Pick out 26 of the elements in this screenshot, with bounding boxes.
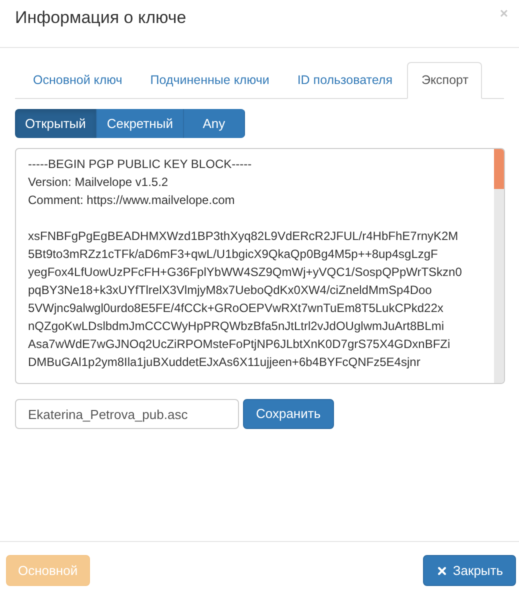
dialog-title: Информация о ключе bbox=[15, 7, 186, 29]
key-text-line: Version: Mailvelope v1.5.2 bbox=[28, 174, 168, 191]
tab[interactable]: Основной ключ bbox=[20, 62, 136, 98]
toggle-button[interactable]: Секретный bbox=[96, 109, 184, 138]
key-text-line: xsFNBFgPgEgBEADHMXWzd1BP3thXyq82L9VdERcR2JFUL/r4HbFhE7rnyK2M bbox=[28, 228, 458, 245]
close-dialog-button[interactable]: Закрыть bbox=[422, 555, 516, 586]
scrollbar-thumb[interactable] bbox=[494, 149, 504, 189]
key-text-line: 5Bt9to3mRZz1cTFk/aD6mF3+qwL/U1bgicX9QkaQp0Bg4M5p++8up4sgLzgF bbox=[28, 246, 438, 263]
save-button[interactable]: Сохранить bbox=[243, 399, 334, 429]
file-name-field[interactable]: Ekaterina_Petrova_pub.asc bbox=[15, 399, 239, 429]
tab[interactable]: ID пользователя bbox=[284, 62, 406, 98]
key-text-line: -----BEGIN PGP PUBLIC KEY BLOCK----- bbox=[28, 156, 252, 173]
close-icon bbox=[436, 564, 448, 576]
key-text-line: pqBY3Ne18+k3xUYfTlrelX3VlmjyM8x7UeboQdKx0XW4/ciZneldMmSp4Doo bbox=[28, 282, 432, 299]
key-text-line: Asa7wWdE7wGJNOq2UcZiRPOMsteFoPtjNP6JLbtXnK0D7grS75X4GDxnBFZi bbox=[28, 336, 450, 353]
key-text-area[interactable] bbox=[15, 148, 505, 384]
key-text-line: yegFox4LfUowUzPFcFH+G36FplYbWW4SZ9QmWj+yVQC1/SospQPpWrTSkzn0 bbox=[28, 264, 462, 281]
toggle-button[interactable]: Открытый bbox=[15, 109, 97, 138]
key-text-line: DMBuGAl1p2ym8Ila1juBXuddetEJxAs6X11ujjeen+6b4BYFcQNFz5E4sjnr bbox=[28, 354, 420, 371]
toggle-button[interactable]: Any bbox=[184, 109, 245, 138]
key-text-line: Comment: https://www.mailvelope.com bbox=[28, 192, 235, 209]
scrollbar[interactable] bbox=[494, 149, 504, 383]
tab[interactable]: Подчиненные ключи bbox=[137, 62, 282, 98]
key-text-line: nQZgoKwLDslbdmJmCCCWyHpPRQWbzBfa5nJtLtrl2vJdOUglwmJuArt8BLmi bbox=[28, 318, 444, 335]
key-text-line: 5VWjnc9alwgl0urdo8E5FE/4fCCk+GRoOEPVwRXt7wnTuEm8T5LukCPkd22x bbox=[28, 300, 444, 317]
tab[interactable]: Экспорт bbox=[407, 62, 482, 99]
